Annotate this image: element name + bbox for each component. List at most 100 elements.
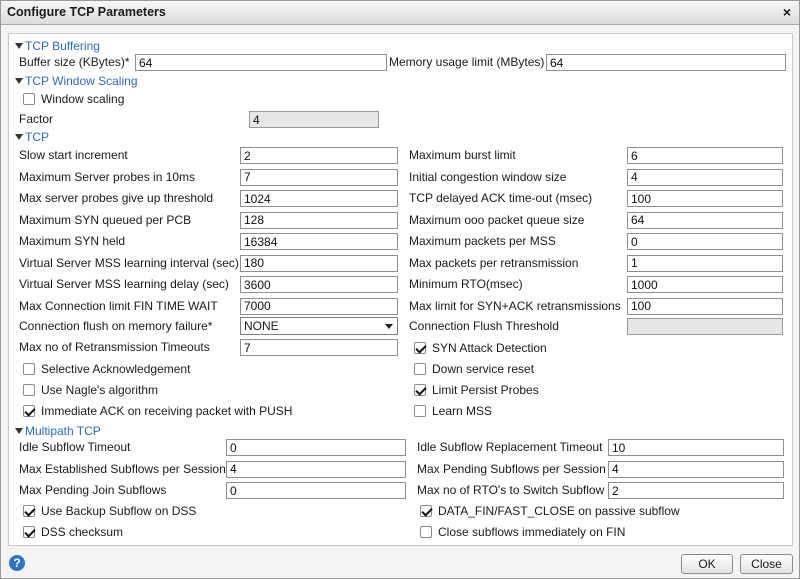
field-input[interactable] [240, 168, 398, 186]
checkbox-box [414, 405, 426, 417]
checked-box-icon [414, 342, 426, 354]
field-input[interactable] [627, 147, 783, 164]
factor-input [249, 111, 379, 128]
field-label: Minimum RTO(msec) [409, 277, 523, 291]
flush-threshold-label: Connection Flush Threshold [409, 319, 559, 333]
field-input[interactable] [240, 190, 398, 207]
memory-limit-input[interactable] [546, 54, 786, 71]
collapse-triangle-icon [15, 134, 23, 140]
option-checkbox[interactable]: Limit Persist Probes [414, 383, 539, 397]
section-title: TCP Buffering [25, 39, 100, 53]
help-icon[interactable]: ? [9, 555, 25, 571]
close-button[interactable]: Close [740, 554, 793, 574]
section-tcp-window-scaling[interactable]: TCP Window Scaling [15, 74, 138, 88]
option-checkbox[interactable]: Down service reset [414, 362, 534, 376]
section-title: TCP Window Scaling [25, 74, 138, 88]
close-icon[interactable]: × [783, 4, 791, 20]
title-bar: Configure TCP Parameters × [1, 1, 799, 25]
section-multipath-tcp[interactable]: Multipath TCP [15, 424, 101, 438]
field-input[interactable] [240, 297, 398, 315]
field-input[interactable] [627, 211, 783, 229]
field-input[interactable] [226, 460, 406, 478]
section-title: TCP [25, 130, 49, 144]
collapse-triangle-icon [15, 78, 23, 84]
field-input[interactable] [608, 439, 784, 456]
field-input[interactable] [608, 482, 784, 499]
connection-flush-selected: NONE [244, 319, 279, 333]
field-label: TCP delayed ACK time-out (msec) [409, 191, 593, 205]
window-scaling-checkbox[interactable]: Window scaling [23, 92, 124, 106]
field-input[interactable] [226, 482, 406, 499]
section-tcp-buffering[interactable]: TCP Buffering [15, 39, 100, 53]
checkbox-label: SYN Attack Detection [432, 341, 547, 355]
field-input[interactable] [240, 254, 398, 272]
checkbox-box [420, 526, 432, 538]
collapse-triangle-icon [15, 428, 23, 434]
chevron-down-icon [385, 324, 393, 329]
field-input[interactable] [240, 276, 398, 293]
retransmission-timeouts-label: Max no of Retransmission Timeouts [19, 340, 210, 354]
checked-box-icon [23, 526, 35, 538]
field-label: Max Pending Join Subflows [19, 483, 167, 497]
option-checkbox[interactable]: DATA_FIN/FAST_CLOSE on passive subflow [420, 504, 680, 518]
field-label: Slow start increment [19, 148, 128, 162]
option-checkbox[interactable]: SYN Attack Detection [414, 341, 547, 355]
field-label: Maximum burst limit [409, 148, 516, 162]
checked-box-icon [23, 505, 35, 517]
field-input[interactable] [608, 460, 784, 478]
field-label: Virtual Server MSS learning interval (se… [19, 255, 239, 270]
field-input[interactable] [627, 297, 783, 315]
checkbox-box [23, 363, 35, 375]
field-input[interactable] [627, 168, 783, 186]
field-label: Idle Subflow Replacement Timeout [417, 440, 603, 454]
option-checkbox[interactable]: Immediate ACK on receiving packet with P… [23, 404, 292, 418]
field-label: Max Established Subflows per Session [19, 461, 226, 476]
configure-tcp-dialog: Configure TCP Parameters × TCP Buffering… [0, 0, 800, 579]
collapse-triangle-icon [15, 43, 23, 49]
field-input[interactable] [240, 211, 398, 229]
checkbox-label: Down service reset [432, 362, 535, 376]
section-title: Multipath TCP [25, 424, 101, 438]
checkbox-label: Learn MSS [432, 404, 493, 418]
checked-box-icon [414, 384, 426, 396]
checkbox-label: DSS checksum [41, 525, 124, 539]
field-label: Max server probes give up threshold [19, 191, 214, 205]
connection-flush-label: Connection flush on memory failure* [19, 319, 213, 333]
field-label: Max packets per retransmission [409, 255, 579, 270]
field-label: Virtual Server MSS learning delay (sec) [19, 277, 229, 291]
field-label: Maximum packets per MSS [409, 234, 556, 248]
field-input[interactable] [226, 439, 406, 456]
field-label: Maximum ooo packet queue size [409, 212, 585, 227]
connection-flush-select[interactable]: NONE [240, 317, 398, 335]
checkbox-label: Use Nagle's algorithm [41, 383, 159, 397]
field-input[interactable] [627, 233, 783, 250]
settings-panel: TCP Buffering Buffer size (KBytes)* Memo… [8, 33, 793, 546]
field-input[interactable] [627, 276, 783, 293]
field-input[interactable] [240, 147, 398, 164]
checkbox-label: Window scaling [41, 92, 125, 106]
option-checkbox[interactable]: Selective Acknowledgement [23, 362, 190, 376]
checkbox-box [414, 363, 426, 375]
field-label: Idle Subflow Timeout [19, 440, 131, 454]
field-input[interactable] [240, 233, 398, 250]
field-label: Max Connection limit FIN TIME WAIT [19, 298, 218, 313]
memory-limit-label: Memory usage limit (MBytes) [389, 55, 545, 69]
option-checkbox[interactable]: Use Backup Subflow on DSS [23, 504, 196, 518]
option-checkbox[interactable]: Use Nagle's algorithm [23, 383, 158, 397]
checkbox-label: Immediate ACK on receiving packet with P… [41, 404, 293, 418]
ok-button[interactable]: OK [681, 554, 733, 574]
checkbox-box [23, 93, 35, 105]
checkbox-box [23, 384, 35, 396]
checkbox-label: Selective Acknowledgement [41, 362, 191, 376]
option-checkbox[interactable]: Close subflows immediately on FIN [420, 525, 625, 539]
option-checkbox[interactable]: Learn MSS [414, 404, 492, 418]
checked-box-icon [23, 405, 35, 417]
section-tcp[interactable]: TCP [15, 130, 49, 144]
buffer-size-input[interactable] [135, 54, 387, 71]
field-input[interactable] [627, 254, 783, 272]
checkbox-label: Limit Persist Probes [432, 383, 539, 397]
option-checkbox[interactable]: DSS checksum [23, 525, 123, 539]
field-label: Maximum SYN held [19, 234, 126, 248]
field-input[interactable] [627, 190, 783, 207]
retransmission-timeouts-input[interactable] [240, 339, 398, 356]
